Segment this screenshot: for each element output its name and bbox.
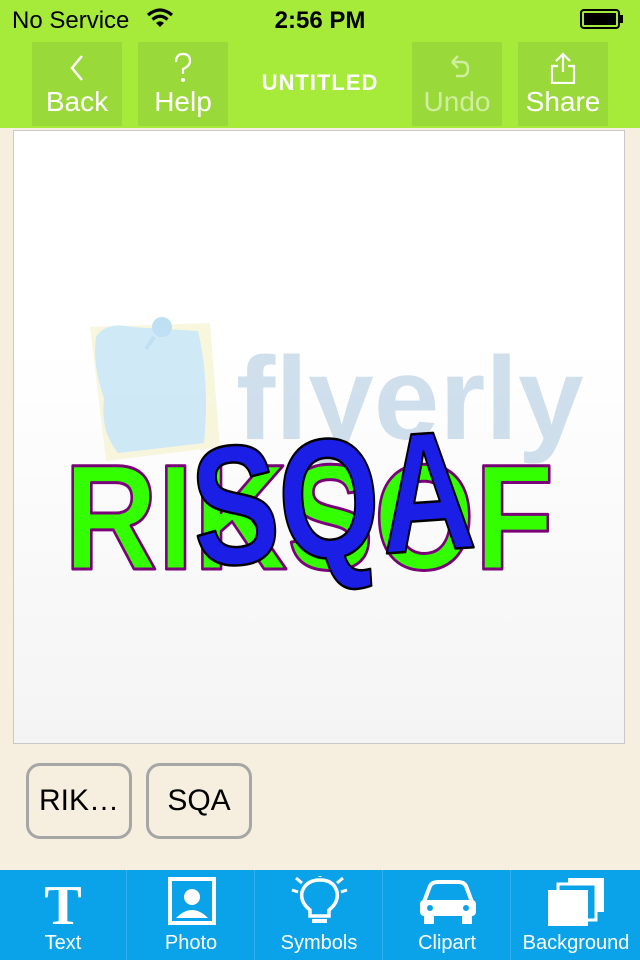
back-label: Back [45, 86, 109, 117]
page-title: UNTITLED [261, 70, 379, 95]
tab-clipart-label: Clipart [418, 932, 476, 954]
nav-bar: Back Help UNTITLED Undo Share [0, 40, 640, 128]
share-icon [550, 52, 576, 84]
undo-label: Undo [423, 86, 491, 117]
bottom-toolbar: T Text Photo Symbols Clipart Background [0, 870, 640, 960]
chevron-left-icon [70, 55, 83, 81]
lightbulb-icon [291, 876, 348, 923]
tab-text-label: Text [44, 932, 82, 954]
question-icon [174, 52, 192, 82]
flyer-canvas[interactable]: flyerly RIKSOF SQA [13, 130, 625, 744]
battery-icon [580, 9, 623, 29]
tab-clipart[interactable]: Clipart [384, 870, 511, 960]
photo-icon [168, 877, 216, 925]
text-layer-sqa[interactable]: SQA [184, 393, 481, 605]
svg-text:T: T [44, 876, 81, 930]
status-bar: No Service 2:56 PM [0, 0, 640, 40]
tab-background[interactable]: Background [512, 870, 640, 960]
undo-icon [451, 55, 470, 78]
tab-symbols[interactable]: Symbols [256, 870, 383, 960]
canvas-artwork: flyerly RIKSOF SQA [63, 317, 584, 605]
share-label: Share [525, 86, 601, 117]
tab-symbols-label: Symbols [280, 932, 358, 954]
back-button[interactable]: Back [32, 42, 122, 126]
help-label: Help [154, 86, 212, 117]
layers-icon [548, 878, 604, 926]
help-button[interactable]: Help [138, 42, 228, 126]
text-icon: T [44, 876, 81, 930]
tab-background-label: Background [522, 932, 630, 954]
tab-photo-label: Photo [164, 932, 218, 954]
clock: 2:56 PM [274, 7, 366, 34]
tab-photo[interactable]: Photo [128, 870, 255, 960]
layer-chip-sqa[interactable]: SQA [146, 763, 252, 839]
tab-text[interactable]: T Text [0, 870, 127, 960]
share-button[interactable]: Share [518, 42, 608, 126]
undo-button[interactable]: Undo [412, 42, 502, 126]
car-icon [420, 880, 476, 924]
layer-chip-riksof[interactable]: RIK… [26, 763, 132, 839]
